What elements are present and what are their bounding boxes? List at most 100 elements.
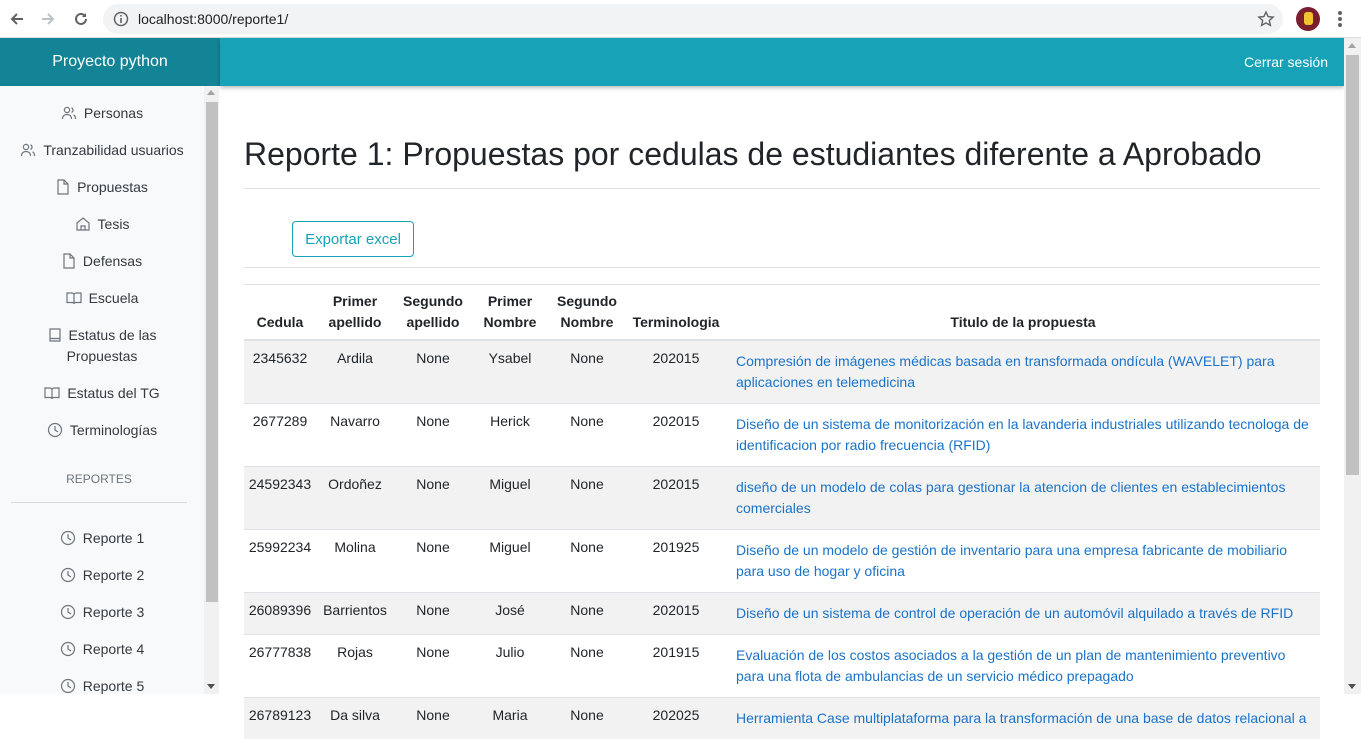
cell-terminologia: 202015 (626, 340, 726, 404)
cell-primer-nombre: Miguel (472, 530, 548, 593)
cell-segundo-apellido: None (394, 635, 472, 698)
profile-avatar[interactable] (1296, 7, 1320, 31)
cell-primer-nombre: Miguel (472, 467, 548, 530)
page-scrollbar[interactable] (1344, 38, 1361, 694)
scrollbar-thumb[interactable] (1346, 55, 1359, 475)
info-icon[interactable] (113, 11, 129, 32)
sidebar-scrollbar[interactable] (204, 86, 219, 694)
book-open-icon (44, 385, 60, 401)
column-header[interactable]: Segundoapellido (394, 285, 472, 340)
scrollbar-thumb[interactable] (206, 102, 218, 602)
file-icon (56, 179, 70, 195)
cell-segundo-apellido: None (394, 530, 472, 593)
sidebar-item-escuela[interactable]: Escuela (0, 288, 204, 309)
cell-titulo-link[interactable]: Evaluación de los costos asociados a la … (726, 635, 1320, 698)
cell-segundo-apellido: None (394, 698, 472, 739)
sidebar-item-reporte-3[interactable]: Reporte 3 (0, 602, 204, 623)
sidebar-item-label: Escuela (89, 290, 139, 306)
scroll-down-icon[interactable] (1348, 684, 1356, 689)
users-icon (20, 142, 36, 158)
table-row: 26089396 Barrientos None José None 20201… (244, 593, 1320, 635)
export-excel-button[interactable]: Exportar excel (292, 221, 414, 257)
divider (244, 267, 1320, 268)
cell-segundo-apellido: None (394, 467, 472, 530)
table-row: 2677289 Navarro None Herick None 202015 … (244, 404, 1320, 467)
sidebar-item-tranzabilidad[interactable]: Tranzabilidad usuarios (0, 140, 204, 161)
cell-segundo-apellido: None (394, 593, 472, 635)
column-header-label: Primer (333, 293, 377, 309)
sidebar-item-terminologias[interactable]: Terminologías (0, 420, 204, 441)
cell-cedula: 25992234 (244, 530, 316, 593)
cell-titulo-link[interactable]: Diseño de un modelo de gestión de invent… (726, 530, 1320, 593)
sidebar-item-estatus-propuestas[interactable]: Estatus de lasPropuestas (0, 325, 204, 367)
sidebar-item-reporte-1[interactable]: Reporte 1 (0, 528, 204, 549)
browser-toolbar: localhost:8000/reporte1/ (0, 0, 1361, 38)
sidebar-item-label: Reporte 4 (83, 641, 144, 657)
clock-icon (60, 604, 76, 620)
sidebar-item-defensas[interactable]: Defensas (0, 251, 204, 272)
address-bar[interactable]: localhost:8000/reporte1/ (103, 4, 1283, 34)
sidebar-item-estatus-tg[interactable]: Estatus del TG (0, 383, 204, 404)
cell-terminologia: 202015 (626, 467, 726, 530)
cell-primer-nombre: Herick (472, 404, 548, 467)
clock-icon (60, 530, 76, 546)
scroll-up-icon[interactable] (1348, 43, 1356, 48)
cell-segundo-nombre: None (548, 698, 626, 739)
cell-primer-nombre: Maria (472, 698, 548, 739)
cell-titulo-link[interactable]: Diseño de un sistema de control de opera… (726, 593, 1320, 635)
sidebar-item-personas[interactable]: Personas (0, 103, 204, 124)
file-icon (62, 253, 76, 269)
cell-terminologia: 202015 (626, 404, 726, 467)
clock-icon (60, 641, 76, 657)
sidebar-item-reporte-2[interactable]: Reporte 2 (0, 565, 204, 586)
sidebar-item-reporte-5[interactable]: Reporte 5 (0, 676, 204, 694)
scroll-up-icon[interactable] (207, 90, 215, 95)
column-header-label: Titulo de la propuesta (950, 314, 1095, 330)
cell-titulo-link[interactable]: Compresión de imágenes médicas basada en… (726, 340, 1320, 404)
sidebar-item-label: Reporte 5 (83, 678, 144, 694)
cell-titulo-link[interactable]: diseño de un modelo de colas para gestio… (726, 467, 1320, 530)
column-header[interactable]: Terminologia (626, 285, 726, 340)
sidebar-item-label: Propuestas (67, 348, 138, 364)
sidebar-item-label: Tesis (98, 216, 130, 232)
cell-titulo-link[interactable]: Herramienta Case multiplataforma para la… (726, 698, 1320, 739)
scroll-down-icon[interactable] (207, 684, 215, 689)
cell-primer-nombre: Julio (472, 635, 548, 698)
column-header[interactable]: Titulo de la propuesta (726, 285, 1320, 340)
sidebar-item-propuestas[interactable]: Propuestas (0, 177, 204, 198)
column-header[interactable]: Cedula (244, 285, 316, 340)
logout-link[interactable]: Cerrar sesión (1244, 54, 1328, 70)
cell-cedula: 26789123 (244, 698, 316, 739)
sidebar-item-tesis[interactable]: Tesis (0, 214, 204, 235)
table-row: 26789123 Da silva None Maria None 202025… (244, 698, 1320, 739)
table-row: 24592343 Ordoñez None Miguel None 202015… (244, 467, 1320, 530)
column-header[interactable]: SegundoNombre (548, 285, 626, 340)
reload-icon[interactable] (69, 7, 93, 31)
cell-primer-apellido: Molina (316, 530, 394, 593)
sidebar-item-label: Propuestas (77, 179, 148, 195)
column-header[interactable]: PrimerNombre (472, 285, 548, 340)
sidebar-item-label: Estatus del TG (67, 385, 159, 401)
cell-segundo-nombre: None (548, 530, 626, 593)
column-header-label: Nombre (484, 314, 537, 330)
table-header-row: Cedula Primerapellido Segundoapellido Pr… (244, 285, 1320, 340)
brand[interactable]: Proyecto python (0, 38, 220, 86)
sidebar-item-reporte-4[interactable]: Reporte 4 (0, 639, 204, 660)
cell-segundo-nombre: None (548, 593, 626, 635)
star-icon[interactable] (1257, 10, 1275, 33)
cell-titulo-link[interactable]: Diseño de un sistema de monitorización e… (726, 404, 1320, 467)
cell-cedula: 2345632 (244, 340, 316, 404)
sidebar-item-label: Terminologías (70, 422, 157, 438)
clock-icon (60, 567, 76, 583)
cell-cedula: 26777838 (244, 635, 316, 698)
column-header-label: Nombre (561, 314, 614, 330)
cell-segundo-nombre: None (548, 404, 626, 467)
cell-segundo-apellido: None (394, 404, 472, 467)
forward-icon[interactable] (36, 7, 60, 31)
column-header[interactable]: Primerapellido (316, 285, 394, 340)
menu-icon[interactable] (1330, 7, 1350, 31)
table-row: 2345632 Ardila None Ysabel None 202015 C… (244, 340, 1320, 404)
cell-terminologia: 202015 (626, 593, 726, 635)
reports-heading: REPORTES (0, 472, 198, 486)
back-icon[interactable] (5, 7, 29, 31)
